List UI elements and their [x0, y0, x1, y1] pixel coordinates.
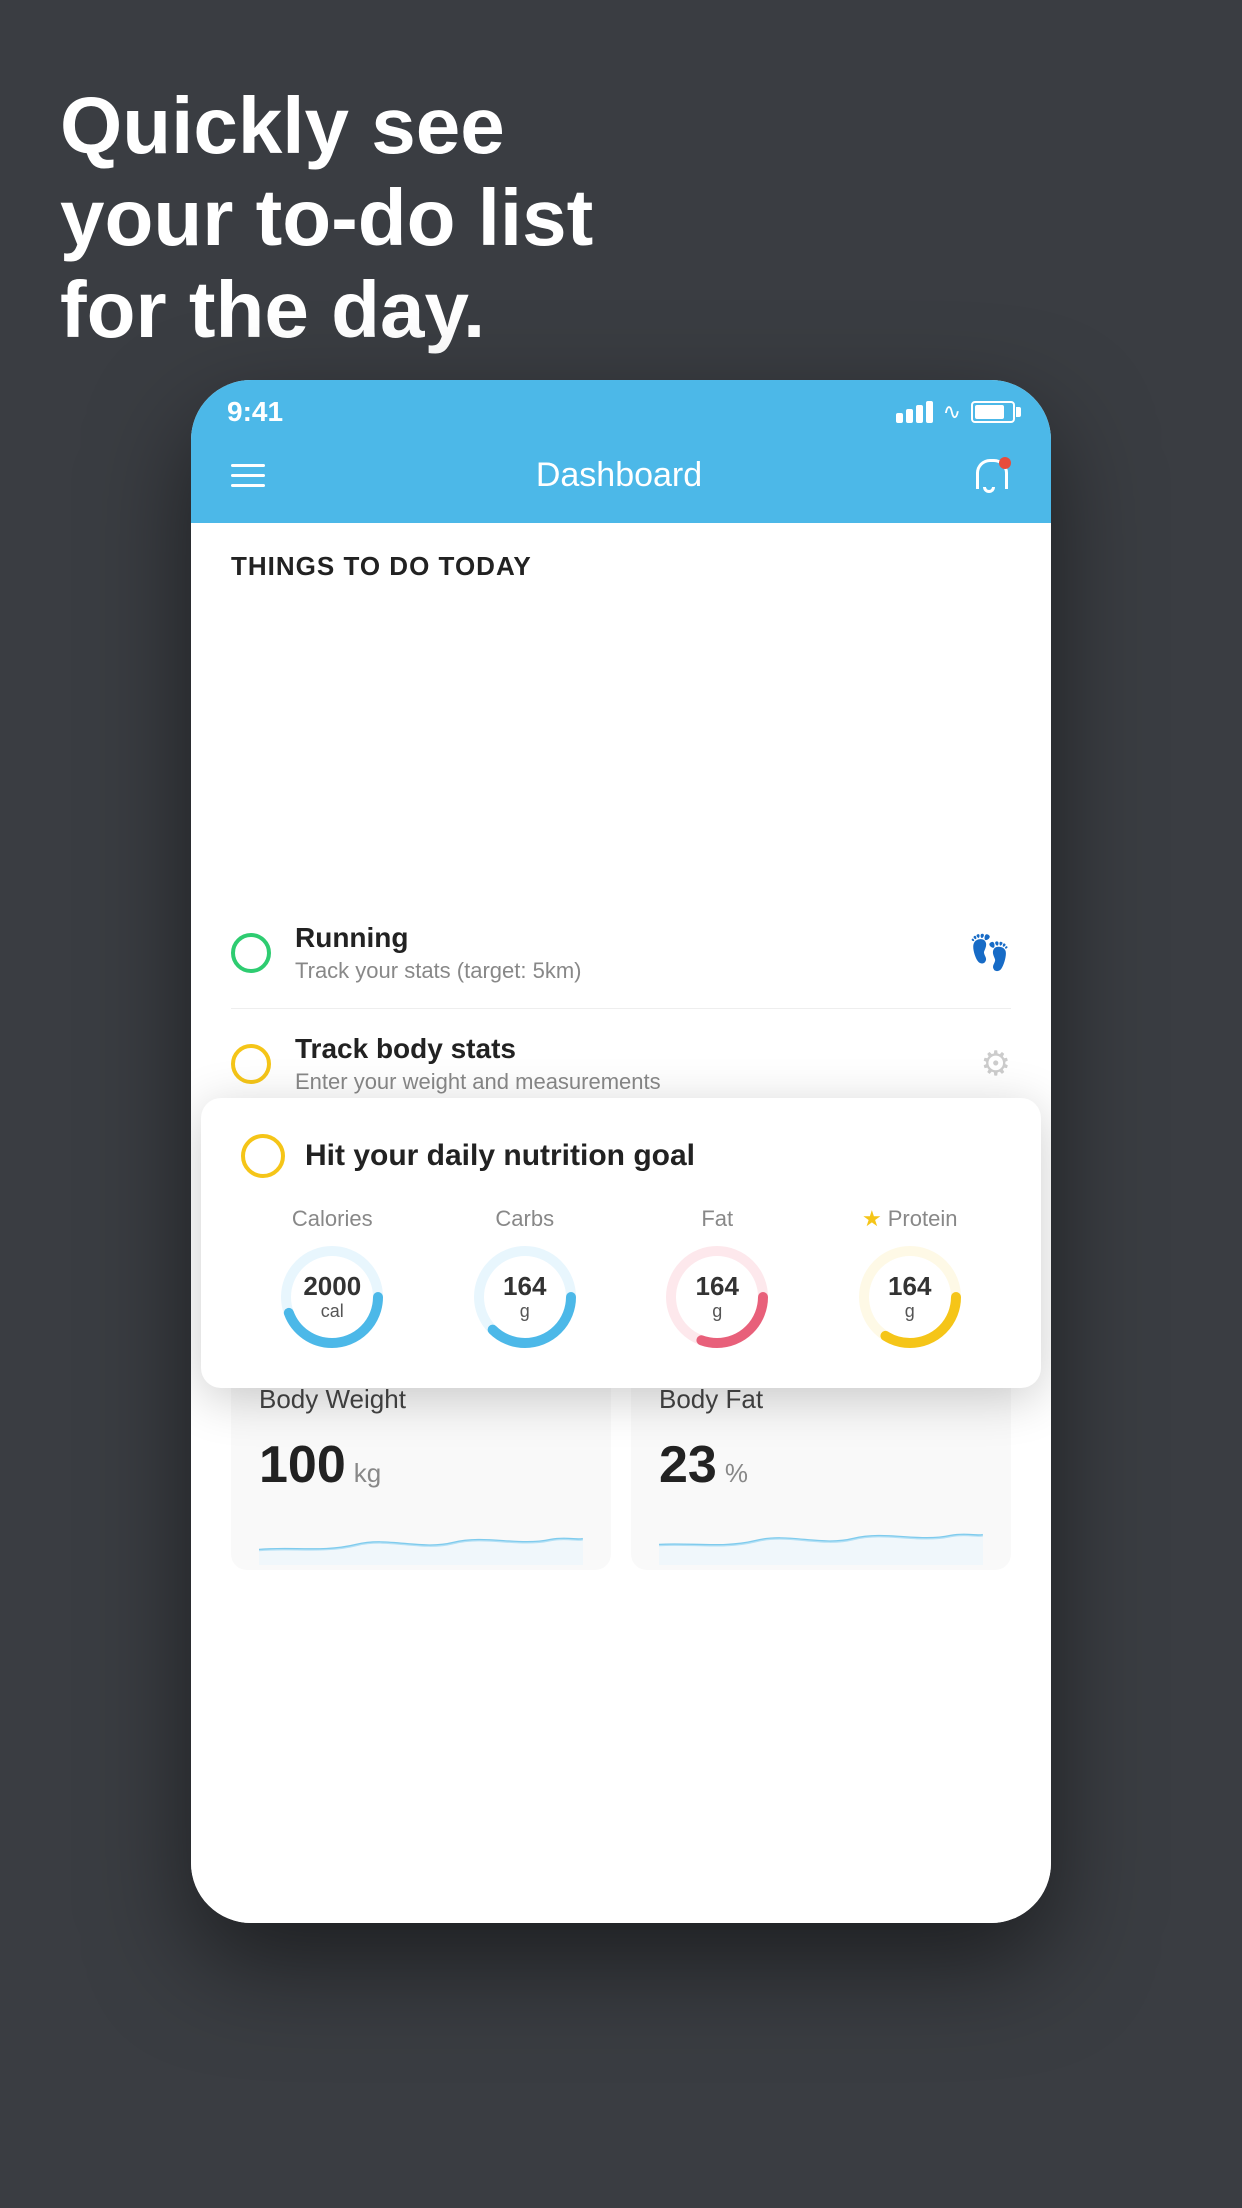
headline-line1: Quickly see — [60, 81, 505, 170]
content-wrapper: Hit your daily nutrition goal Calories — [191, 898, 1051, 1231]
nutrition-carbs: Carbs 164 g — [470, 1206, 580, 1352]
carbs-unit: g — [503, 1301, 546, 1322]
nutrition-check-circle[interactable] — [241, 1134, 285, 1178]
status-bar: 9:41 ∿ — [191, 380, 1051, 436]
body-weight-value: 100 — [259, 1435, 346, 1495]
body-weight-card[interactable]: Body Weight 100 kg — [231, 1356, 611, 1570]
notification-bell[interactable] — [973, 457, 1011, 495]
status-time: 9:41 — [227, 396, 283, 428]
bodystats-icon: ⚙ — [981, 1044, 1011, 1084]
body-fat-value: 23 — [659, 1435, 717, 1495]
card-title-row: Hit your daily nutrition goal — [241, 1134, 1001, 1178]
body-weight-title: Body Weight — [259, 1384, 583, 1415]
body-weight-chart — [259, 1515, 583, 1565]
headline-line2: your to-do list — [60, 173, 593, 262]
nutrition-card: Hit your daily nutrition goal Calories — [201, 1098, 1041, 1388]
nutrition-protein: ★ Protein 164 g — [855, 1206, 965, 1352]
protein-label: ★ Protein — [862, 1206, 957, 1232]
protein-value: 164 — [888, 1272, 931, 1301]
protein-donut: 164 g — [855, 1242, 965, 1352]
calories-donut: 2000 cal — [277, 1242, 387, 1352]
todo-circle-bodystats — [231, 1044, 271, 1084]
nutrition-grid: Calories 2000 cal — [241, 1206, 1001, 1352]
headline: Quickly see your to-do list for the day. — [60, 80, 593, 356]
things-todo-header: THINGS TO DO TODAY — [191, 523, 1051, 598]
body-weight-value-row: 100 kg — [259, 1435, 583, 1495]
signal-bars-icon — [896, 401, 933, 423]
star-icon: ★ — [862, 1206, 882, 1232]
todo-title-bodystats: Track body stats — [295, 1033, 981, 1065]
todo-subtitle-running: Track your stats (target: 5km) — [295, 958, 969, 984]
body-fat-card[interactable]: Body Fat 23 % — [631, 1356, 1011, 1570]
carbs-donut: 164 g — [470, 1242, 580, 1352]
fat-unit: g — [696, 1301, 739, 1322]
nutrition-calories: Calories 2000 cal — [277, 1206, 387, 1352]
todo-circle-running — [231, 933, 271, 973]
carbs-value: 164 — [503, 1272, 546, 1301]
fat-value: 164 — [696, 1272, 739, 1301]
wifi-icon: ∿ — [943, 399, 961, 425]
body-fat-unit: % — [725, 1458, 748, 1489]
body-fat-chart — [659, 1515, 983, 1565]
header-title: Dashboard — [536, 456, 702, 495]
nutrition-card-title: Hit your daily nutrition goal — [305, 1139, 695, 1173]
body-weight-unit: kg — [354, 1458, 381, 1489]
todo-subtitle-bodystats: Enter your weight and measurements — [295, 1069, 981, 1095]
todo-title-running: Running — [295, 922, 969, 954]
protein-unit: g — [888, 1301, 931, 1322]
body-fat-value-row: 23 % — [659, 1435, 983, 1495]
fat-donut: 164 g — [662, 1242, 772, 1352]
body-fat-title: Body Fat — [659, 1384, 983, 1415]
status-icons: ∿ — [896, 399, 1015, 425]
progress-cards: Body Weight 100 kg Body Fat 23 % — [231, 1356, 1011, 1570]
menu-button[interactable] — [231, 464, 265, 487]
battery-icon — [971, 401, 1015, 423]
headline-line3: for the day. — [60, 265, 485, 354]
carbs-label: Carbs — [495, 1206, 554, 1232]
running-icon: 👣 — [969, 933, 1011, 973]
calories-unit: cal — [303, 1301, 361, 1322]
phone-content: THINGS TO DO TODAY Hit your daily nutrit… — [191, 523, 1051, 1923]
calories-label: Calories — [292, 1206, 373, 1232]
phone-frame: 9:41 ∿ Dashboard THINGS TO DO TODAY — [191, 380, 1051, 1923]
app-header: Dashboard — [191, 436, 1051, 523]
fat-label: Fat — [701, 1206, 733, 1232]
nutrition-fat: Fat 164 g — [662, 1206, 772, 1352]
todo-item-running[interactable]: Running Track your stats (target: 5km) 👣 — [231, 898, 1011, 1009]
todo-text-running: Running Track your stats (target: 5km) — [295, 922, 969, 984]
todo-text-bodystats: Track body stats Enter your weight and m… — [295, 1033, 981, 1095]
calories-value: 2000 — [303, 1272, 361, 1301]
